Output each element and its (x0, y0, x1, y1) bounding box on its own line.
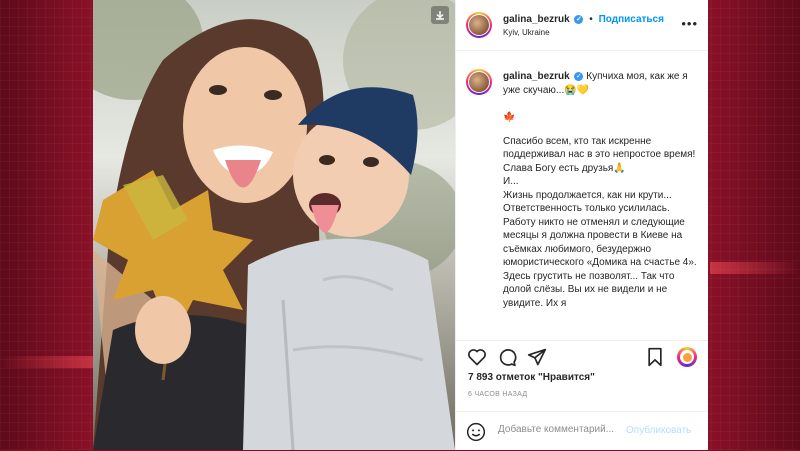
comment-icon[interactable] (497, 347, 517, 367)
caption-username[interactable]: galina_bezruk (503, 71, 570, 82)
profile-badge-icon[interactable] (677, 347, 697, 367)
photo-illustration (93, 0, 455, 450)
caption-text: galina_bezruk ✓ Купчиха моя, как же я уж… (503, 70, 698, 310)
caption-verified-badge-icon: ✓ (574, 72, 584, 81)
post-header: galina_bezruk ✓ • Подписаться Kyiv, Ukra… (456, 0, 708, 51)
action-bar (456, 340, 708, 371)
caption-area: galina_bezruk ✓ Купчиха моя, как же я уж… (456, 51, 708, 338)
decor-stripe-left (0, 356, 100, 368)
publish-button[interactable]: Опубликовать (626, 425, 691, 436)
share-icon[interactable] (527, 347, 547, 367)
header-username-row: galina_bezruk ✓ • Подписаться (503, 14, 664, 25)
verified-badge-icon: ✓ (574, 15, 584, 24)
separator-dot: • (589, 14, 593, 25)
decor-stripe-right (710, 262, 800, 274)
post-time[interactable]: 6 ЧАСОВ НАЗАД (468, 391, 527, 398)
maple-leaf-emoji: 🍁 (503, 112, 516, 123)
username-link[interactable]: galina_bezruk (503, 14, 570, 25)
smile-icon[interactable] (466, 422, 486, 442)
comment-input[interactable] (498, 424, 626, 435)
follow-button[interactable]: Подписаться (599, 14, 664, 25)
likes-count[interactable]: 7 893 отметок "Нравится" (468, 372, 595, 383)
comment-bar: Опубликовать (456, 411, 708, 451)
location-link[interactable]: Kyiv, Ukraine (503, 28, 550, 37)
caption-line: Жизнь продолжается, как ни крути... Отве… (503, 189, 697, 309)
caption-line: И... (503, 176, 519, 187)
save-photo-icon[interactable] (431, 6, 449, 24)
post-panel: galina_bezruk ✓ • Подписаться Kyiv, Ukra… (455, 0, 708, 450)
caption-line: Спасибо всем, кто так искренне поддержив… (503, 135, 696, 174)
bookmark-icon[interactable] (645, 347, 665, 367)
caption-avatar[interactable] (466, 69, 492, 95)
more-options-icon[interactable]: ••• (681, 17, 698, 30)
heart-icon[interactable] (467, 347, 487, 367)
post-photo[interactable] (93, 0, 455, 450)
avatar[interactable] (466, 12, 492, 38)
